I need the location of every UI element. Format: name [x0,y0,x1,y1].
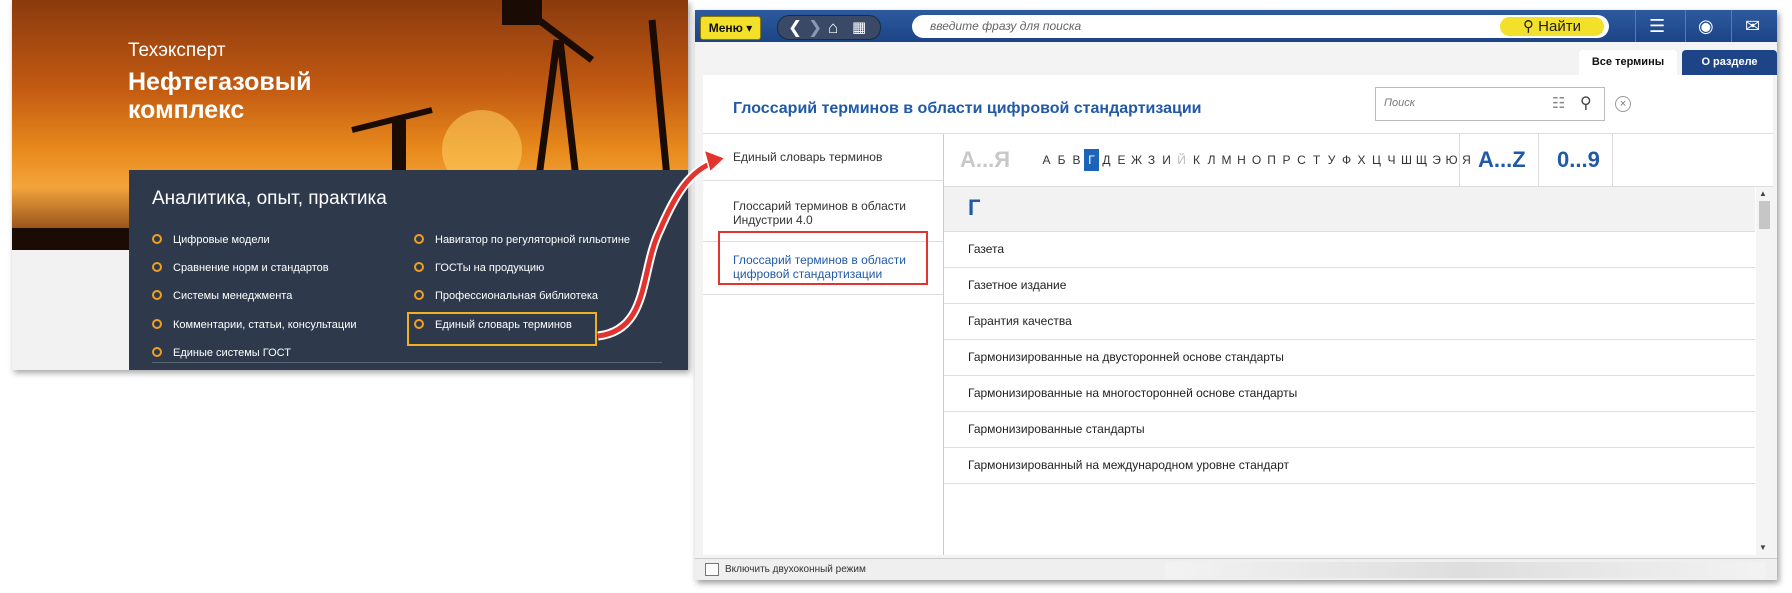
pointer-arrow [597,148,727,341]
